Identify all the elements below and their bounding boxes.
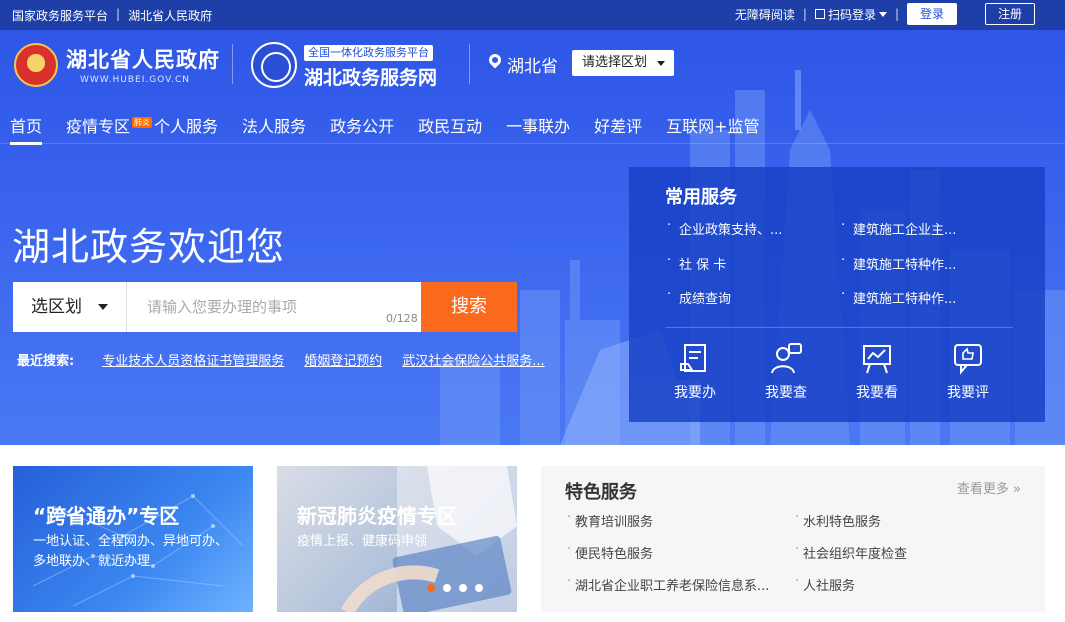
search-button[interactable]: 搜索	[421, 282, 517, 332]
chevron-down-icon	[878, 11, 887, 17]
chevron-down-icon	[98, 304, 108, 310]
qr-code-icon	[814, 9, 825, 19]
nav-epidemic[interactable]: 疫情专区 肺炎	[66, 113, 153, 143]
search-box: 选区划 0/128 搜索	[13, 282, 517, 332]
hero-banner: 湖北省人民政府 WWW.HUBEI.GOV.CN 全国一体化政务服务平台 湖北政…	[0, 30, 1065, 445]
recent-searches: 最近搜索: 专业技术人员资格证书管理服务 婚姻登记预约 武汉社会保险公共服务..…	[17, 350, 545, 369]
featured-service-link[interactable]: 便民特色服务	[567, 542, 653, 562]
recent-search-link[interactable]: 武汉社会保险公共服务...	[402, 350, 544, 369]
nav-interaction[interactable]: 政民互动	[418, 113, 482, 143]
featured-services-panel: 特色服务 查看更多 » 教育培训服务 水利特色服务 便民特色服务 社会组织年度检…	[541, 466, 1045, 612]
top-utility-bar: 国家政务服务平台 | 湖北省人民政府 无障碍阅读 | 扫码登录 | 登录 注册	[0, 0, 1065, 30]
nav-public-affairs[interactable]: 政务公开	[330, 113, 394, 143]
common-service-link[interactable]: 社 保 卡	[667, 253, 726, 273]
current-location: 湖北省	[507, 57, 558, 77]
action-evaluate-label: 我要评	[947, 385, 989, 401]
gov-url: WWW.HUBEI.GOV.CN	[80, 75, 191, 85]
action-view-label: 我要看	[856, 385, 898, 401]
search-region-select[interactable]: 选区划	[13, 282, 127, 332]
action-query-label: 我要查	[765, 385, 807, 401]
national-platform-link[interactable]: 国家政务服务平台	[12, 7, 108, 24]
cross-province-subtitle: 一地认证、全程网办、异地可办、多地联办、就近办理	[33, 534, 229, 569]
welcome-heading: 湖北政务欢迎您	[12, 225, 286, 269]
search-input[interactable]	[127, 282, 427, 332]
recent-searches-label: 最近搜索:	[17, 354, 75, 369]
service-platform-logo	[251, 42, 297, 88]
cross-province-card[interactable]: “跨省通办”专区 一地认证、全程网办、异地可办、多地联办、就近办理	[13, 466, 253, 612]
common-services-title: 常用服务	[665, 187, 737, 208]
epidemic-title: 新冠肺炎疫情专区	[297, 504, 457, 528]
top-left-links: 国家政务服务平台 | 湖北省人民政府	[12, 7, 212, 24]
thumbs-comment-icon	[954, 344, 982, 375]
separator: |	[116, 7, 121, 21]
epidemic-card[interactable]: 新冠肺炎疫情专区 疫情上报、健康码申领	[277, 466, 517, 612]
cross-province-title: “跨省通办”专区	[33, 504, 180, 528]
top-right-links: 无障碍阅读 | 扫码登录 | 登录 注册	[735, 3, 1035, 25]
nav-one-thing[interactable]: 一事联办	[506, 113, 570, 143]
qr-login-toggle[interactable]: 扫码登录	[814, 6, 887, 23]
recent-search-link[interactable]: 婚姻登记预约	[304, 350, 382, 369]
chevron-down-icon	[657, 61, 665, 66]
document-hand-icon	[680, 344, 706, 372]
common-services-panel: 常用服务 企业政策支持、... 建筑施工企业主... 社 保 卡 建筑施工特种作…	[629, 167, 1045, 422]
service-platform-name[interactable]: 湖北政务服务网	[304, 63, 437, 90]
national-emblem-logo	[14, 43, 58, 87]
nav-rating[interactable]: 好差评	[594, 113, 642, 143]
common-service-link[interactable]: 成绩查询	[667, 287, 731, 307]
action-handle-label: 我要办	[674, 385, 716, 401]
common-service-link[interactable]: 建筑施工特种作...	[841, 287, 956, 307]
action-query-button[interactable]: 我要查	[756, 342, 816, 402]
featured-service-link[interactable]: 教育培训服务	[567, 510, 653, 530]
search-region-label: 选区划	[31, 297, 82, 317]
epidemic-subtitle: 疫情上报、健康码申领	[297, 534, 428, 549]
nav-personal[interactable]: 个人服务	[154, 113, 218, 143]
divider	[469, 44, 470, 84]
login-button[interactable]: 登录	[907, 3, 957, 25]
hubei-gov-link[interactable]: 湖北省人民政府	[128, 7, 212, 24]
featured-services-title: 特色服务	[565, 482, 637, 503]
divider	[232, 44, 233, 84]
action-evaluate-button[interactable]: 我要评	[938, 342, 998, 402]
nav-badge: 肺炎	[132, 117, 153, 128]
qr-login-label: 扫码登录	[827, 7, 876, 22]
search-char-count: 0/128	[386, 312, 418, 325]
recent-search-link[interactable]: 专业技术人员资格证书管理服务	[102, 350, 284, 369]
view-more-link[interactable]: 查看更多 »	[957, 478, 1021, 497]
nav-home[interactable]: 首页	[10, 113, 43, 145]
carousel-dot[interactable]	[475, 584, 483, 592]
featured-service-link[interactable]: 人社服务	[795, 574, 855, 594]
nav-legal[interactable]: 法人服务	[242, 113, 306, 143]
region-select-label: 请选择区划	[582, 55, 648, 70]
featured-service-link[interactable]: 水利特色服务	[795, 510, 881, 530]
carousel-dot[interactable]	[427, 584, 435, 592]
featured-service-link[interactable]: 社会组织年度检查	[795, 542, 907, 562]
action-view-button[interactable]: 我要看	[847, 342, 907, 402]
nav-divider	[0, 143, 1065, 144]
common-service-link[interactable]: 建筑施工特种作...	[841, 253, 956, 273]
register-button[interactable]: 注册	[985, 3, 1035, 25]
nav-epidemic-label: 疫情专区	[66, 117, 131, 136]
featured-service-link[interactable]: 湖北省企业职工养老保险信息系...	[567, 574, 769, 594]
gov-title[interactable]: 湖北省人民政府	[66, 44, 220, 74]
main-nav: 首页 疫情专区 肺炎 个人服务 法人服务 政务公开 政民互动 一事联办 好差评 …	[10, 113, 784, 145]
nav-supervision[interactable]: 互联网+监管	[666, 113, 759, 143]
common-service-link[interactable]: 企业政策支持、...	[667, 218, 782, 238]
region-select-dropdown[interactable]: 请选择区划	[572, 50, 674, 76]
separator: |	[802, 7, 807, 21]
service-platform-tag: 全国一体化政务服务平台	[304, 45, 433, 61]
action-handle-button[interactable]: 我要办	[665, 342, 725, 402]
common-service-link[interactable]: 建筑施工企业主...	[841, 218, 956, 238]
accessible-reading-link[interactable]: 无障碍阅读	[735, 6, 795, 23]
carousel-dots	[427, 584, 483, 592]
divider	[665, 327, 1013, 328]
presentation-board-icon	[863, 345, 891, 374]
person-chat-icon	[771, 343, 802, 374]
carousel-dot[interactable]	[459, 584, 467, 592]
separator: |	[894, 7, 899, 21]
carousel-dot[interactable]	[443, 584, 451, 592]
